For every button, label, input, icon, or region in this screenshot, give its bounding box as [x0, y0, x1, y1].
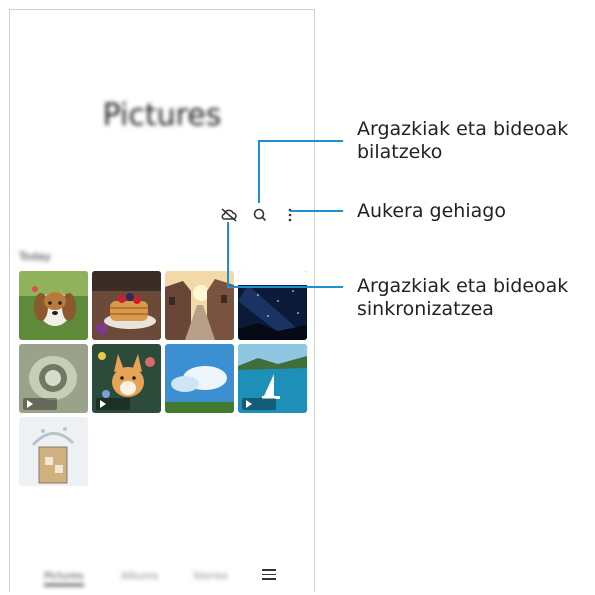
- callout-search-line1: Argazkiak eta bideoak: [357, 118, 569, 140]
- callout-more: Aukera gehiago: [357, 200, 506, 223]
- callout-search-line2: bilatzeko: [357, 141, 443, 163]
- callout-sync: Argazkiak eta bideoak sinkronizatzea: [357, 275, 568, 321]
- callout-sync-line2: sinkronizatzea: [357, 298, 494, 320]
- callout-more-line1: Aukera gehiago: [357, 200, 506, 222]
- callout-search: Argazkiak eta bideoak bilatzeko: [357, 118, 568, 164]
- callout-sync-line1: Argazkiak eta bideoak: [357, 275, 569, 297]
